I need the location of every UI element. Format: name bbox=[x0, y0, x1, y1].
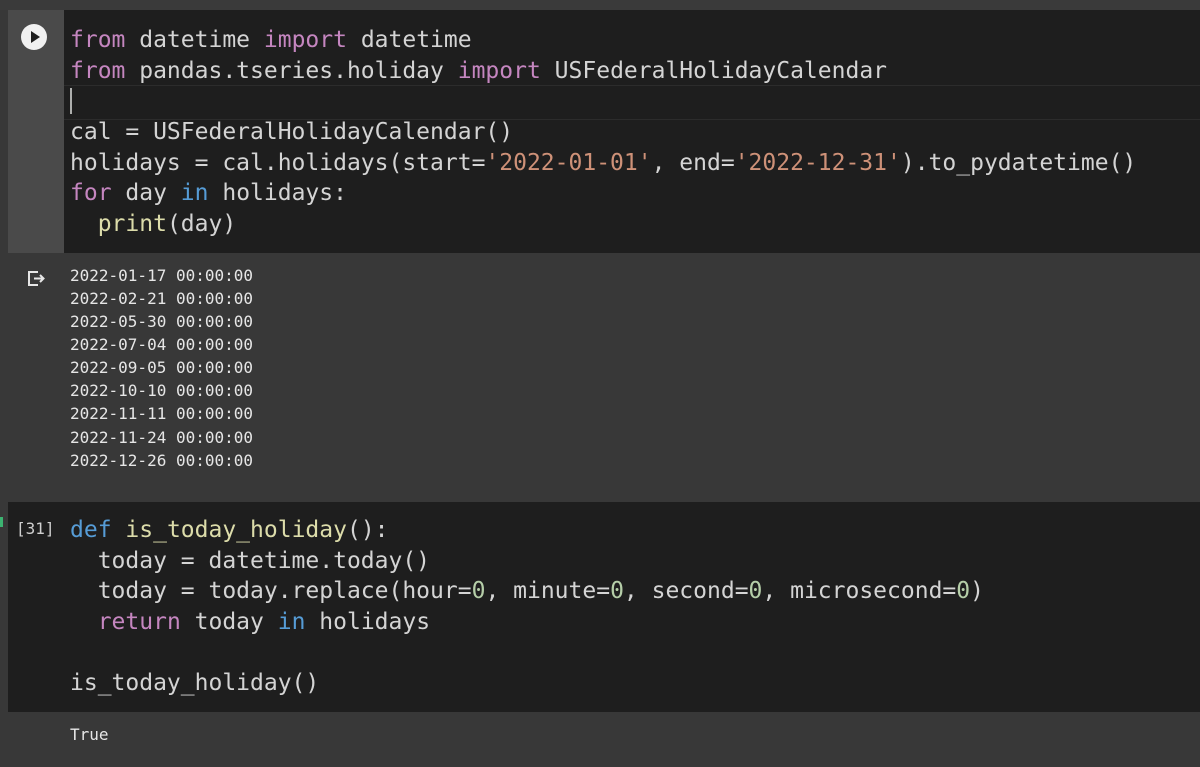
code-line-7[interactable]: print(day) bbox=[70, 209, 237, 239]
code-line-1[interactable]: from datetime import datetime bbox=[70, 25, 472, 55]
play-icon bbox=[31, 31, 40, 43]
number-literal: 0 bbox=[471, 578, 486, 604]
code-line-4[interactable]: return today in holidays bbox=[70, 607, 430, 637]
keyword: import bbox=[457, 58, 541, 84]
string-literal: '2022-01-01' bbox=[485, 150, 652, 176]
code-text: , second= bbox=[623, 578, 749, 604]
notebook-top-strip bbox=[0, 0, 1200, 10]
keyword: def bbox=[70, 517, 112, 543]
code-text: today bbox=[180, 609, 278, 635]
cell-output-2 bbox=[8, 712, 1200, 767]
code-text: today = today.replace(hour= bbox=[70, 578, 472, 604]
output-line: 2022-07-04 00:00:00 bbox=[70, 335, 254, 354]
keyword: from bbox=[70, 27, 126, 53]
code-text: holidays: bbox=[208, 180, 347, 206]
output-line: 2022-12-26 00:00:00 bbox=[70, 451, 254, 470]
code-text: , end= bbox=[651, 150, 735, 176]
code-text: ).to_pydatetime() bbox=[900, 150, 1137, 176]
cell-status-indicator bbox=[0, 517, 3, 527]
number-literal: 0 bbox=[748, 578, 763, 604]
output-line: 2022-10-10 00:00:00 bbox=[70, 381, 254, 400]
code-text: is_today_holiday() bbox=[70, 670, 320, 696]
code-text: today = datetime.today() bbox=[70, 548, 431, 574]
text-cursor bbox=[70, 88, 72, 114]
code-text: holidays bbox=[305, 609, 431, 635]
code-text: datetime bbox=[125, 27, 264, 53]
code-line-6[interactable]: is_today_holiday() bbox=[70, 668, 319, 698]
output-line: 2022-01-17 00:00:00 bbox=[70, 266, 254, 285]
output-line: 2022-02-21 00:00:00 bbox=[70, 289, 254, 308]
output-redirect-icon[interactable] bbox=[26, 268, 46, 292]
code-line-2[interactable]: today = datetime.today() bbox=[70, 546, 430, 576]
keyword: from bbox=[70, 58, 126, 84]
output-value: True bbox=[70, 725, 109, 744]
execution-count: [31] bbox=[16, 519, 55, 538]
output-line: 2022-11-11 00:00:00 bbox=[70, 404, 254, 423]
keyword: in bbox=[180, 180, 209, 206]
keyword: for bbox=[70, 180, 112, 206]
keyword: import bbox=[263, 27, 347, 53]
run-cell-button[interactable] bbox=[21, 24, 47, 50]
code-text: cal = USFederalHolidayCalendar() bbox=[70, 119, 514, 145]
keyword: return bbox=[97, 609, 181, 635]
output-line: 2022-11-24 00:00:00 bbox=[70, 428, 254, 447]
code-text: datetime bbox=[346, 27, 472, 53]
code-line-4[interactable]: cal = USFederalHolidayCalendar() bbox=[70, 117, 513, 147]
code-text: ) bbox=[970, 578, 984, 604]
code-line-1[interactable]: def is_today_holiday(): bbox=[70, 515, 389, 545]
code-text: (day) bbox=[166, 211, 237, 237]
string-literal: '2022-12-31' bbox=[734, 150, 901, 176]
code-text: day bbox=[111, 180, 181, 206]
function-name: is_today_holiday bbox=[125, 517, 347, 543]
code-text: USFederalHolidayCalendar bbox=[540, 58, 888, 84]
code-line-2[interactable]: from pandas.tseries.holiday import USFed… bbox=[70, 56, 887, 86]
number-literal: 0 bbox=[956, 578, 971, 604]
code-line-6[interactable]: for day in holidays: bbox=[70, 178, 347, 208]
output-line: 2022-09-05 00:00:00 bbox=[70, 358, 254, 377]
code-text: , minute= bbox=[485, 578, 611, 604]
function-name: print bbox=[97, 211, 167, 237]
code-text: pandas.tseries.holiday bbox=[125, 58, 458, 84]
code-text: holidays = cal.holidays(start= bbox=[70, 150, 486, 176]
code-text: , microsecond= bbox=[762, 578, 957, 604]
keyword: in bbox=[277, 609, 306, 635]
number-literal: 0 bbox=[610, 578, 624, 604]
code-line-3[interactable]: today = today.replace(hour=0, minute=0, … bbox=[70, 576, 984, 606]
cell-separator bbox=[0, 486, 1200, 502]
code-line-5[interactable]: holidays = cal.holidays(start='2022-01-0… bbox=[70, 148, 1136, 178]
output-line: 2022-05-30 00:00:00 bbox=[70, 312, 254, 331]
current-line-highlight bbox=[64, 85, 1200, 120]
code-text: (): bbox=[346, 517, 389, 543]
